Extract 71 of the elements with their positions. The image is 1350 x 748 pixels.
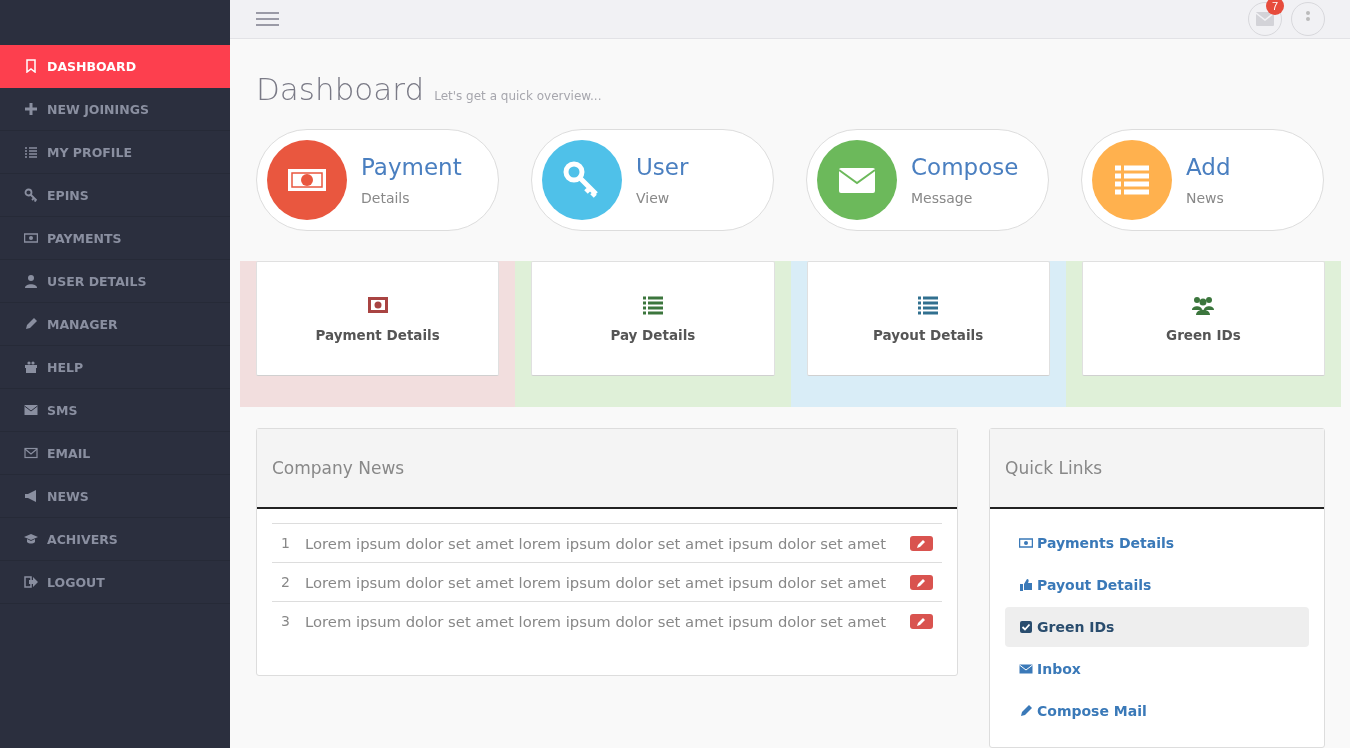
key-icon xyxy=(24,188,38,202)
sidebar-item[interactable]: MY PROFILE xyxy=(0,131,230,174)
list-icon xyxy=(24,145,38,159)
quick-link[interactable]: Payments Details xyxy=(1005,523,1309,563)
shortcut-card[interactable]: User View xyxy=(531,129,774,231)
sign-out-icon xyxy=(24,575,38,589)
page-title: Dashboard xyxy=(256,71,425,107)
shortcut-card[interactable]: Add News xyxy=(1081,129,1324,231)
news-text: Lorem ipsum dolor set amet lorem ipsum dolor set amet ipsum dolor set amet xyxy=(305,573,887,591)
sidebar-item[interactable]: SMS xyxy=(0,389,230,432)
pencil-icon xyxy=(916,576,927,588)
card-subtitle: View xyxy=(636,190,671,206)
sidebar-item[interactable]: EMAIL xyxy=(0,432,230,475)
megaphone-icon xyxy=(24,489,38,503)
page-subtitle: Let's get a quick overview... xyxy=(434,89,602,103)
panel-title: Quick Links xyxy=(990,429,1324,509)
pencil-icon xyxy=(916,615,927,627)
card-subtitle: Details xyxy=(361,190,411,206)
graduation-cap-icon xyxy=(24,532,38,546)
news-text: Lorem ipsum dolor set amet lorem ipsum dolor set amet ipsum dolor set amet xyxy=(305,534,887,552)
tile-card[interactable]: Payout Details xyxy=(806,261,1050,376)
quick-link[interactable]: Compose Mail xyxy=(1005,691,1309,731)
plus-icon xyxy=(24,102,38,116)
sidebar-item[interactable]: NEW JOININGS xyxy=(0,88,230,131)
envelope-icon xyxy=(24,403,38,417)
sidebar-item[interactable]: USER DETAILS xyxy=(0,260,230,303)
shortcut-card[interactable]: Payment Details xyxy=(256,129,499,231)
card-title: User xyxy=(636,154,689,180)
row-number: 3 xyxy=(281,613,291,629)
row-number: 2 xyxy=(281,574,291,590)
tile-card[interactable]: Payment Details xyxy=(256,261,500,376)
bookmark-icon xyxy=(24,59,38,73)
sidebar-item[interactable]: NEWS xyxy=(0,475,230,518)
thumbs-up-icon xyxy=(1019,578,1033,592)
pencil-icon xyxy=(1019,704,1033,718)
row-number: 1 xyxy=(281,535,291,551)
envelope-icon xyxy=(1256,12,1274,26)
card-title: Compose xyxy=(911,154,1019,180)
shortcut-card[interactable]: Compose Message xyxy=(806,129,1049,231)
menu-icon[interactable] xyxy=(256,11,279,27)
quick-link[interactable]: Payout Details xyxy=(1005,565,1309,605)
card-title: Payment xyxy=(361,154,462,180)
edit-button[interactable] xyxy=(910,613,933,629)
edit-button[interactable] xyxy=(910,535,933,551)
panel-title: Company News xyxy=(257,429,957,509)
card-subtitle: Message xyxy=(911,190,974,206)
checkbox-icon xyxy=(1019,620,1033,634)
sidebar-item[interactable]: LOGOUT xyxy=(0,561,230,604)
tile-card[interactable]: Green IDs xyxy=(1081,261,1325,376)
pencil-icon xyxy=(916,537,927,549)
quick-link[interactable]: Green IDs xyxy=(1005,607,1309,647)
card-title: Add xyxy=(1186,154,1231,180)
sidebar-item[interactable]: HELP xyxy=(0,346,230,389)
card-subtitle: News xyxy=(1186,190,1225,206)
notification-badge: 7 xyxy=(1266,0,1284,15)
pencil-icon xyxy=(24,317,38,331)
tile-card[interactable]: Pay Details xyxy=(531,261,775,376)
sidebar-item[interactable]: PAYMENTS xyxy=(0,217,230,260)
gift-icon xyxy=(24,360,38,374)
sidebar-item[interactable]: ACHIVERS xyxy=(0,518,230,561)
sidebar-item[interactable]: DASHBOARD xyxy=(0,45,230,88)
news-text: Lorem ipsum dolor set amet lorem ipsum dolor set amet ipsum dolor set amet xyxy=(305,612,887,630)
edit-button[interactable] xyxy=(910,574,933,590)
sidebar-item[interactable]: MANAGER xyxy=(0,303,230,346)
money-icon xyxy=(24,231,38,245)
envelope-icon xyxy=(24,446,38,460)
money-icon xyxy=(1019,536,1033,550)
envelope-icon xyxy=(1019,662,1033,676)
quick-link[interactable]: Inbox xyxy=(1005,649,1309,689)
user-icon xyxy=(24,274,38,288)
sidebar-item[interactable]: EPINS xyxy=(0,174,230,217)
